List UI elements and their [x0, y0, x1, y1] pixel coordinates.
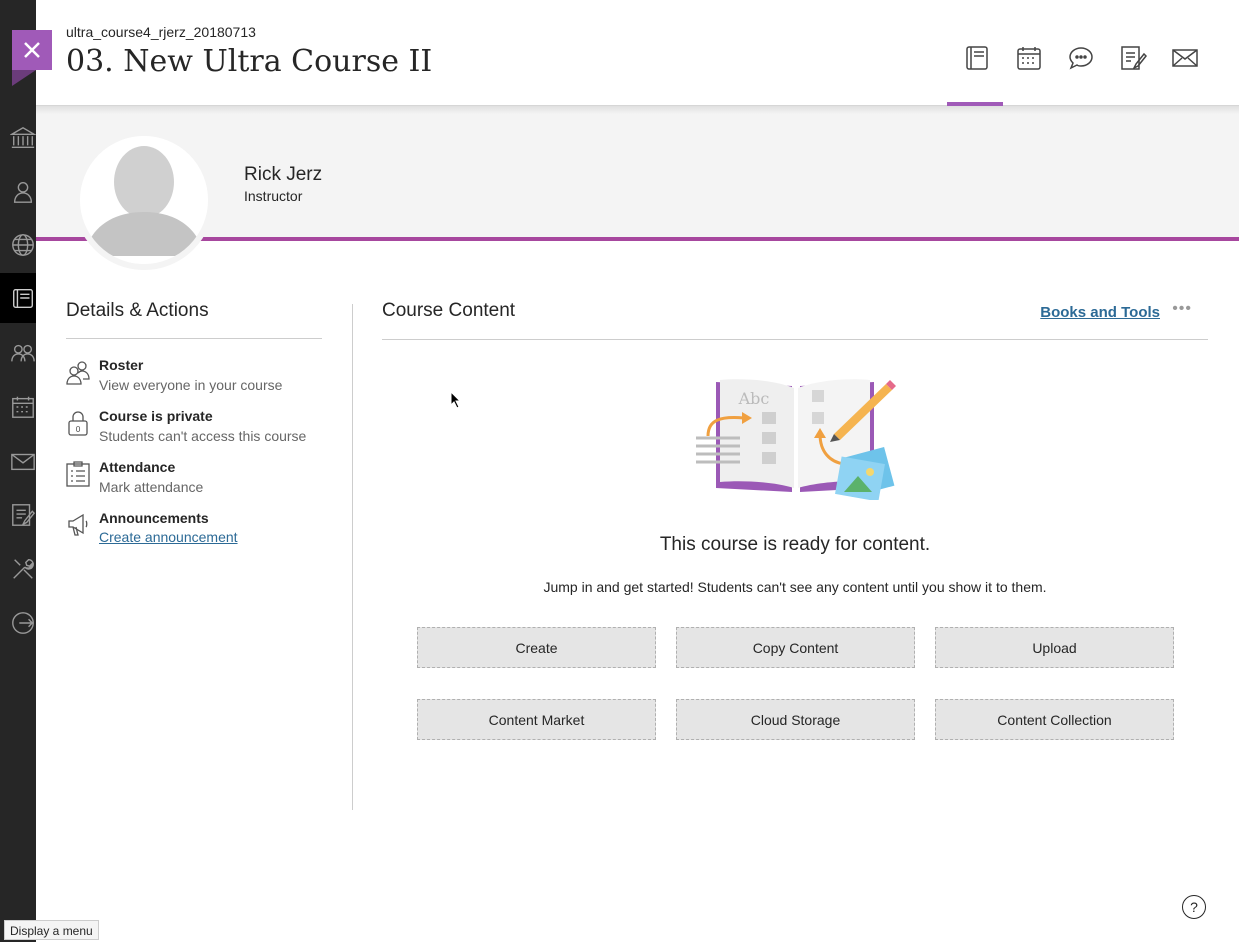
create-button[interactable]: Create [417, 627, 656, 668]
content-collection-button[interactable]: Content Collection [935, 699, 1174, 740]
help-button[interactable]: ? [1182, 895, 1206, 919]
header-shadow [36, 106, 1239, 114]
banner-accent-line [36, 237, 1239, 241]
profile-icon[interactable] [0, 167, 36, 217]
grades-icon[interactable] [0, 490, 36, 540]
more-options-icon[interactable]: ••• [1172, 300, 1192, 318]
illustration-abc-text: Abc [738, 389, 770, 408]
details-actions-panel: Details & Actions Roster View everyone i… [66, 300, 322, 545]
content-market-button[interactable]: Content Market [417, 699, 656, 740]
attendance-subtitle: Mark attendance [99, 479, 204, 495]
attendance-icon [66, 461, 90, 487]
institution-icon[interactable] [0, 113, 36, 163]
gradebook-icon[interactable] [1119, 44, 1148, 72]
books-and-tools-link[interactable]: Books and Tools [1040, 304, 1160, 321]
course-privacy-subtitle: Students can't access this course [99, 428, 307, 444]
course-content-header: Course Content Books and Tools ••• [382, 300, 1208, 340]
globe-icon[interactable] [0, 220, 36, 270]
create-announcement-link[interactable]: Create announcement [99, 529, 238, 545]
instructor-banner [36, 114, 1239, 237]
details-title: Details & Actions [66, 300, 322, 339]
calendar-icon[interactable] [1015, 44, 1043, 72]
roster-title[interactable]: Roster [99, 357, 143, 373]
sign-out-icon[interactable] [0, 598, 36, 648]
mouse-cursor-icon [450, 391, 462, 409]
course-privacy-item[interactable]: 0 Course is private Students can't acces… [66, 408, 326, 454]
empty-state-subtitle: Jump in and get started! Students can't … [543, 579, 1047, 595]
course-tabs [963, 44, 1199, 72]
empty-state-title: This course is ready for content. [659, 534, 931, 555]
roster-subtitle: View everyone in your course [99, 377, 283, 393]
cloud-storage-button[interactable]: Cloud Storage [676, 699, 915, 740]
course-header: ultra_course4_rjerz_20180713 03. New Ult… [36, 0, 1239, 106]
svg-text:0: 0 [75, 425, 80, 434]
attendance-item[interactable]: Attendance Mark attendance [66, 459, 326, 505]
announcements-item: Announcements Create announcement [66, 510, 326, 556]
attendance-title[interactable]: Attendance [99, 459, 175, 475]
column-divider [352, 304, 353, 810]
course-privacy-title[interactable]: Course is private [99, 408, 213, 424]
tools-icon[interactable] [0, 544, 36, 594]
upload-button[interactable]: Upload [935, 627, 1174, 668]
messages-icon[interactable] [1171, 44, 1199, 72]
discussions-icon[interactable] [1067, 44, 1095, 72]
roster-icon [66, 359, 90, 385]
instructor-name[interactable]: Rick Jerz [244, 164, 322, 186]
roster-item[interactable]: Roster View everyone in your course [66, 357, 326, 403]
copy-content-button[interactable]: Copy Content [676, 627, 915, 668]
open-book-illustration: Abc [696, 379, 896, 500]
messages-icon[interactable] [0, 436, 36, 486]
course-id: ultra_course4_rjerz_20180713 [66, 24, 256, 40]
course-title: 03. New Ultra Course II [66, 44, 433, 79]
course-content-panel: Course Content Books and Tools ••• [382, 300, 1208, 340]
course-content-icon[interactable] [963, 44, 991, 72]
default-avatar-icon [80, 136, 208, 264]
close-course-button[interactable] [12, 30, 52, 86]
megaphone-icon [66, 512, 90, 538]
courses-icon[interactable] [0, 273, 36, 323]
announcements-title: Announcements [99, 510, 209, 526]
lock-icon: 0 [66, 410, 90, 436]
organizations-icon[interactable] [0, 328, 36, 378]
left-nav-rail [0, 0, 36, 942]
instructor-role: Instructor [244, 188, 303, 204]
close-icon [24, 42, 40, 58]
avatar[interactable] [74, 130, 214, 270]
status-tooltip: Display a menu [4, 920, 99, 940]
calendar-icon[interactable] [0, 382, 36, 432]
